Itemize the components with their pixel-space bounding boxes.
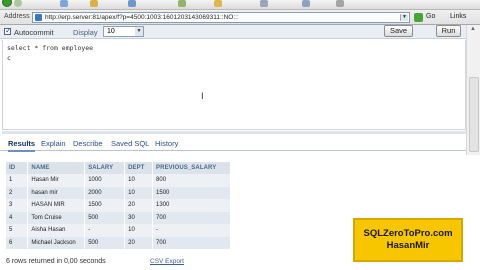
cell-dept: 10 — [124, 174, 154, 187]
results-table: ID NAME SALARY DEPT PREVIOUS_SALARY 1 Ha… — [6, 162, 231, 249]
cell-previous-salary: 700 — [152, 236, 231, 249]
tab-explain[interactable]: Explain — [41, 139, 66, 148]
back-arrow-icon[interactable] — [2, 0, 12, 7]
history-icon[interactable] — [260, 0, 268, 7]
address-bar: Address http://erp.server:81/apex/f?p=45… — [0, 10, 480, 25]
cell-salary: 1000 — [84, 174, 126, 187]
refresh-icon[interactable] — [90, 0, 98, 7]
cell-id: 2 — [6, 186, 29, 199]
column-header-dept: DEPT — [124, 162, 154, 174]
cell-previous-salary: 1500 — [152, 186, 231, 199]
row-count-text: 6 rows returned in 0,00 seconds — [6, 258, 106, 265]
cell-salary: 500 — [84, 236, 126, 249]
cell-dept: 30 — [124, 211, 154, 224]
cell-name: hasan mir — [27, 186, 86, 199]
text-cursor-icon: I — [201, 92, 204, 102]
column-header-id: ID — [6, 162, 29, 174]
go-button[interactable]: Go — [426, 13, 435, 20]
go-arrow-icon[interactable] — [414, 13, 423, 22]
cell-id: 1 — [6, 174, 29, 187]
table-row: 6 Michael Jackson 500 20 700 — [6, 236, 231, 249]
table-row: 3 HASAN MIR 1500 20 1300 — [6, 199, 231, 212]
cell-previous-salary: 1300 — [152, 199, 231, 212]
csv-export-link[interactable]: CSV Export — [150, 258, 184, 265]
print-icon[interactable] — [336, 0, 344, 7]
chevron-down-icon[interactable]: ▼ — [135, 27, 143, 36]
autocommit-checkbox[interactable] — [4, 26, 12, 35]
display-value: 10 — [107, 28, 115, 35]
forward-arrow-icon[interactable] — [14, 0, 22, 7]
cell-dept: 20 — [124, 236, 154, 249]
column-header-name: NAME — [27, 162, 86, 174]
table-header-row: ID NAME SALARY DEPT PREVIOUS_SALARY — [6, 162, 231, 174]
vertical-scrollbar[interactable]: ▲ — [466, 25, 480, 155]
cell-dept: 10 — [124, 224, 154, 237]
table-row: 5 Aisha Hasan - 10 - — [6, 224, 231, 237]
tab-describe[interactable]: Describe — [73, 139, 103, 148]
cell-name: Hasan Mir — [27, 174, 86, 187]
column-header-salary: SALARY — [84, 162, 126, 174]
browser-toolbar — [0, 0, 480, 10]
run-button[interactable]: Run — [436, 25, 461, 37]
home-icon[interactable] — [128, 0, 136, 7]
scroll-up-icon[interactable]: ▲ — [470, 26, 476, 32]
cell-salary: 2000 — [84, 186, 126, 199]
cell-id: 4 — [6, 211, 29, 224]
cell-id: 5 — [6, 224, 29, 237]
table-row: 4 Tom Cruise 500 30 700 — [6, 211, 231, 224]
scrollbar-thumb[interactable] — [469, 77, 479, 152]
favorites-icon[interactable] — [214, 0, 222, 7]
tab-history[interactable]: History — [155, 139, 178, 148]
autocommit-label: Autocommit — [14, 28, 54, 37]
chevron-down-icon[interactable]: ▼ — [400, 14, 408, 21]
display-select[interactable]: 10 ▼ — [103, 26, 144, 37]
watermark-banner: SQLZeroToPro.com HasanMir — [353, 218, 463, 262]
cell-name: Michael Jackson — [27, 236, 86, 249]
save-button[interactable]: Save — [384, 25, 413, 37]
cell-dept: 20 — [124, 199, 154, 212]
sql-query-text: select * from employee — [7, 44, 94, 52]
cell-salary: - — [84, 224, 126, 237]
watermark-author: HasanMir — [386, 240, 430, 251]
cell-name: Aisha Hasan — [27, 224, 86, 237]
result-tabs: Results Explain Describe Saved SQL Histo… — [0, 137, 466, 152]
url-text: http://erp.server:81/apex/f?p=4500:1003:… — [45, 14, 239, 21]
sql-editor[interactable]: select * from employee c I — [2, 40, 466, 130]
links-button[interactable]: Links — [450, 13, 466, 20]
cell-name: Tom Cruise — [27, 211, 86, 224]
page-icon — [35, 14, 42, 21]
search-icon[interactable] — [178, 0, 186, 7]
watermark-site: SQLZeroToPro.com — [363, 228, 453, 239]
table-row: 1 Hasan Mir 1000 10 800 — [6, 174, 231, 187]
cell-id: 3 — [6, 199, 29, 212]
tab-results[interactable]: Results — [8, 139, 36, 152]
cell-dept: 10 — [124, 186, 154, 199]
stop-icon[interactable] — [60, 0, 68, 7]
cell-previous-salary: - — [152, 224, 231, 237]
display-label: Display — [73, 28, 98, 37]
address-label: Address — [4, 13, 30, 20]
mail-icon[interactable] — [302, 0, 310, 7]
sql-cursor-line: c — [7, 54, 11, 62]
cell-salary: 1500 — [84, 199, 126, 212]
editor-splitter[interactable] — [2, 131, 466, 134]
tab-saved-sql[interactable]: Saved SQL — [111, 139, 149, 148]
url-input[interactable]: http://erp.server:81/apex/f?p=4500:1003:… — [32, 12, 410, 23]
cell-previous-salary: 700 — [152, 211, 231, 224]
table-row: 2 hasan mir 2000 10 1500 — [6, 186, 231, 199]
cell-name: HASAN MIR — [27, 199, 86, 212]
column-header-previous-salary: PREVIOUS_SALARY — [152, 162, 231, 174]
cell-previous-salary: 800 — [152, 174, 231, 187]
cell-id: 6 — [6, 236, 29, 249]
sql-command-bar: Autocommit Display 10 ▼ Save Run — [0, 25, 466, 39]
cell-salary: 500 — [84, 211, 126, 224]
